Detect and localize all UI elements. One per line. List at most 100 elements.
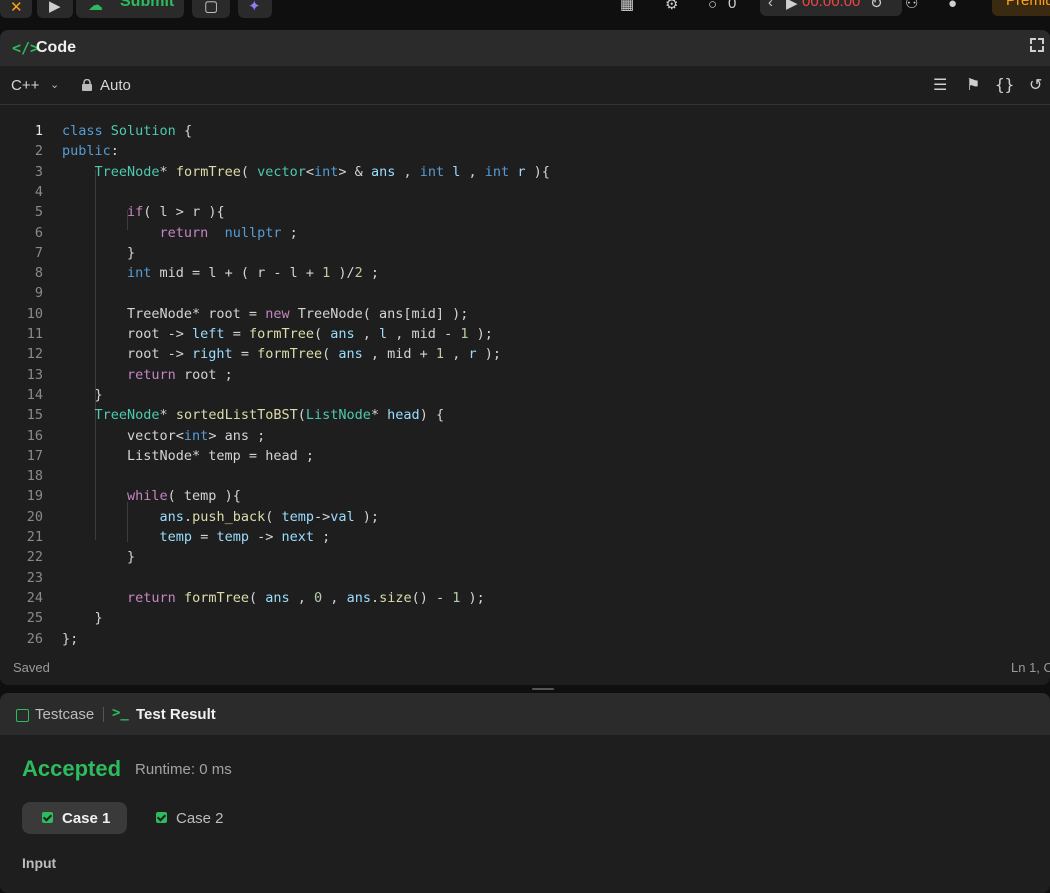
chevron-down-icon[interactable]: ⌄ xyxy=(50,78,59,91)
code-line[interactable]: 1 class Solution { xyxy=(0,121,1050,141)
line-content: return root ; xyxy=(127,366,233,383)
code-line[interactable]: 20 ans.push_back( temp->val ); xyxy=(0,507,1050,527)
run-button[interactable]: ▶ xyxy=(37,0,73,18)
code-line[interactable]: 22 } xyxy=(0,547,1050,567)
checkbox-icon xyxy=(16,709,29,722)
code-line[interactable]: 21 temp = temp -> next ; xyxy=(0,527,1050,547)
braces-icon[interactable]: {} xyxy=(995,75,1014,94)
top-toolbar: ✕ ▶ ☁ Submit ▢ ✦ ▦ ⚙ ○ 0 ‹ ▶ 00:00:00 ↻ … xyxy=(0,0,1050,28)
code-line[interactable]: 18 xyxy=(0,466,1050,486)
check-icon xyxy=(42,812,53,823)
timer-play-icon[interactable]: ▶ xyxy=(786,0,798,11)
code-line[interactable]: 11 root -> left = formTree( ans , l , mi… xyxy=(0,324,1050,344)
case-1-tab[interactable]: Case 1 xyxy=(22,802,127,834)
code-line[interactable]: 26}; xyxy=(0,629,1050,649)
tab-test-result[interactable]: Test Result xyxy=(136,706,216,723)
bookmark-icon[interactable]: ⚑ xyxy=(966,75,980,95)
code-line[interactable]: 14 } xyxy=(0,385,1050,405)
autocomplete-mode[interactable]: Auto xyxy=(100,77,131,94)
code-panel-header: </> Code xyxy=(0,30,1050,66)
resize-handle[interactable] xyxy=(532,688,554,690)
line-content: vector<int> ans ; xyxy=(62,427,266,444)
line-content: ListNode* temp = head ; xyxy=(62,447,314,464)
line-number: 16 xyxy=(26,427,43,444)
code-line[interactable]: 25 } xyxy=(0,608,1050,628)
code-panel-title: Code xyxy=(36,39,76,56)
code-line[interactable]: 13 return root ; xyxy=(0,365,1050,385)
line-content: return nullptr ; xyxy=(159,224,298,241)
play-icon: ▶ xyxy=(49,0,61,15)
bug-icon: ✕ xyxy=(10,0,23,16)
line-number: 3 xyxy=(34,163,43,180)
line-number: 11 xyxy=(26,326,43,342)
line-number: 2 xyxy=(34,143,43,160)
code-line[interactable]: 12 root -> right = formTree( ans , mid +… xyxy=(0,344,1050,364)
line-content: while( temp ){ xyxy=(127,488,241,505)
line-content: } xyxy=(62,386,103,403)
line-content: root -> left = formTree( ans , l , mid -… xyxy=(62,326,493,342)
submit-label: Submit xyxy=(120,0,175,10)
code-line[interactable]: 15 TreeNode* sortedListToBST(ListNode* h… xyxy=(0,405,1050,425)
line-number: 22 xyxy=(26,549,43,566)
layout-icon[interactable]: ▦ xyxy=(620,0,634,12)
code-line[interactable]: 17 ListNode* temp = head ; xyxy=(0,446,1050,466)
reset-timer-icon[interactable]: ↻ xyxy=(870,0,883,11)
line-content: } xyxy=(62,610,103,627)
line-number: 9 xyxy=(34,285,43,302)
debug-button[interactable]: ✕ xyxy=(0,0,32,18)
code-panel: </> Code C++ ⌄ Auto ☰ ⚑ {} ↺ 1 class Solu… xyxy=(0,30,1050,685)
line-content: int mid = l + ( r - l + 1 )/2 ; xyxy=(127,265,380,282)
note-icon: ▢ xyxy=(204,0,219,15)
format-icon[interactable]: ☰ xyxy=(933,75,947,95)
premium-button[interactable]: Premiu xyxy=(992,0,1050,16)
cursor-position: Ln 1, C xyxy=(1011,660,1050,675)
line-content: root -> right = formTree( ans , mid + 1 … xyxy=(62,346,501,363)
line-number: 15 xyxy=(26,407,43,424)
code-line[interactable]: 23 xyxy=(0,568,1050,588)
lock-icon xyxy=(82,78,92,91)
code-line[interactable]: 16 vector<int> ans ; xyxy=(0,426,1050,446)
editor-toolbar: C++ ⌄ Auto ☰ ⚑ {} ↺ xyxy=(0,66,1050,105)
input-label: Input xyxy=(22,855,57,871)
chevron-left-icon[interactable]: ‹ xyxy=(768,0,773,10)
fire-icon[interactable]: ○ xyxy=(708,0,717,12)
line-content: TreeNode* formTree( vector<int> & ans , … xyxy=(94,163,550,180)
code-line[interactable]: 6 return nullptr ; xyxy=(0,223,1050,243)
code-line[interactable]: 7 } xyxy=(0,243,1050,263)
code-editor[interactable]: 1 class Solution {2 public: 3 TreeNode* for… xyxy=(0,110,1050,647)
code-line[interactable]: 4 xyxy=(0,182,1050,202)
line-number: 21 xyxy=(26,529,43,545)
case-2-tab[interactable]: Case 2 xyxy=(145,802,235,834)
code-line[interactable]: 10 TreeNode* root = new TreeNode( ans[mi… xyxy=(0,304,1050,324)
code-line[interactable]: 19 while( temp ){ xyxy=(0,486,1050,506)
code-line[interactable]: 24 return formTree( ans , 0 , ans.size()… xyxy=(0,588,1050,608)
reset-icon[interactable]: ↺ xyxy=(1029,75,1042,95)
line-number: 13 xyxy=(26,366,43,383)
tab-testcase[interactable]: Testcase xyxy=(35,706,94,723)
test-panel: Testcase >_ Test Result Accepted Runtime… xyxy=(0,693,1050,893)
code-line[interactable]: 2 public: xyxy=(0,141,1050,161)
line-content: class Solution { xyxy=(62,123,193,139)
line-number: 25 xyxy=(26,610,43,627)
note-button[interactable]: ▢ xyxy=(192,0,230,18)
avatar[interactable]: ● xyxy=(948,0,957,11)
save-status: Saved xyxy=(13,660,50,675)
code-line[interactable]: 3 TreeNode* formTree( vector<int> & ans … xyxy=(0,162,1050,182)
terminal-icon: >_ xyxy=(112,705,129,721)
check-icon xyxy=(156,812,167,823)
fullscreen-icon[interactable] xyxy=(1030,38,1044,52)
settings-icon[interactable]: ⚙ xyxy=(665,0,678,12)
code-line[interactable]: 5 if( l > r ){ xyxy=(0,202,1050,222)
add-friend-icon[interactable]: ⚇ xyxy=(905,0,918,11)
code-line[interactable]: 9 xyxy=(0,283,1050,303)
ai-button[interactable]: ✦ xyxy=(238,0,272,18)
line-content: } xyxy=(62,549,136,566)
cloud-upload-icon: ☁ xyxy=(88,0,103,14)
line-number: 23 xyxy=(26,569,43,586)
line-number: 18 xyxy=(26,468,43,485)
line-number: 8 xyxy=(34,265,43,282)
tab-divider xyxy=(103,707,104,722)
test-panel-header: Testcase >_ Test Result xyxy=(0,693,1050,735)
code-line[interactable]: 8 int mid = l + ( r - l + 1 )/2 ; xyxy=(0,263,1050,283)
language-selector[interactable]: C++ xyxy=(11,77,39,94)
